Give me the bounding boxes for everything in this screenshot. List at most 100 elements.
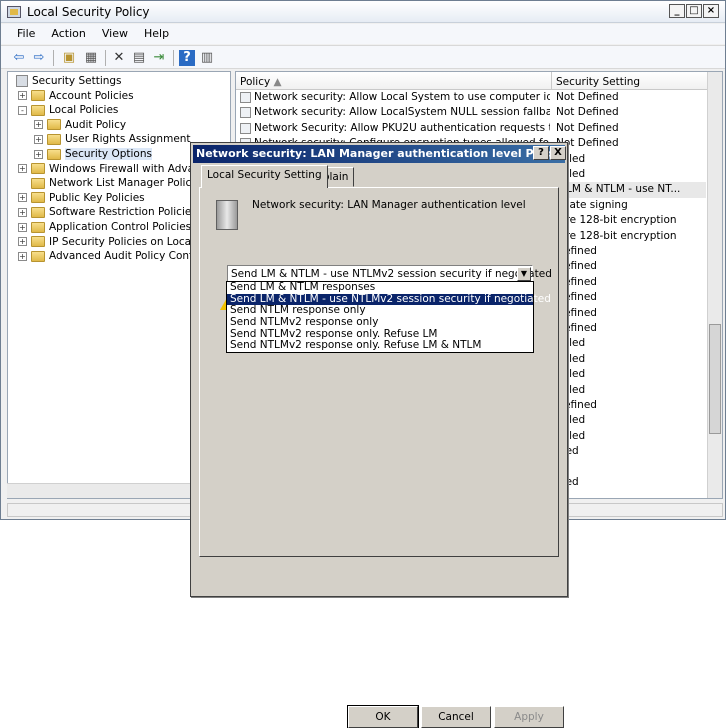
close-button[interactable]: × [703, 4, 719, 18]
folder-icon [47, 148, 61, 160]
tree-item[interactable]: + Account Policies [18, 89, 134, 103]
up-folder-icon[interactable]: ▣ [61, 50, 77, 66]
folder-icon [31, 104, 45, 116]
dialog-close-button[interactable]: X [550, 146, 566, 160]
expand-icon[interactable]: + [34, 120, 43, 130]
policy-setting: Not Defined [556, 91, 619, 103]
tree-item-label: Account Policies [49, 89, 134, 102]
policy-setting: bled [556, 445, 706, 457]
expand-icon[interactable]: + [34, 149, 43, 159]
folder-icon [31, 192, 45, 204]
dropdown-option[interactable]: Send LM & NTLM responses [227, 281, 533, 294]
dropdown-option[interactable]: Send NTLMv2 response only [227, 316, 533, 329]
policy-setting: uire 128-bit encryption [556, 214, 677, 227]
tree-item[interactable]: + Security Options [34, 147, 152, 161]
tree-item[interactable]: + User Rights Assignment [34, 132, 191, 146]
policy-setting: abled [556, 168, 586, 180]
column-header-setting[interactable]: Security Setting [552, 72, 708, 90]
policy-label: Network security: LAN Manager authentica… [252, 199, 526, 211]
tree-item[interactable]: + Public Key Policies [18, 191, 145, 205]
expand-icon[interactable]: + [18, 222, 27, 232]
scroll-thumb[interactable] [709, 324, 721, 434]
app-icon [7, 6, 21, 18]
apply-button[interactable]: Apply [494, 706, 564, 728]
show-tree-icon[interactable]: ▦ [83, 50, 99, 66]
tree-item[interactable]: + Application Control Policies [18, 220, 191, 234]
tab-local-security-setting[interactable]: Local Security Setting [201, 165, 328, 188]
menu-help[interactable]: Help [136, 24, 177, 44]
tree-item[interactable]: + Software Restriction Policies [18, 205, 197, 219]
export-list-icon[interactable]: ⇥ [151, 50, 167, 66]
policy-setting: Defined [556, 399, 597, 411]
expand-icon[interactable]: + [18, 91, 27, 101]
tree-item[interactable]: Security Settings [16, 74, 122, 88]
expand-icon[interactable]: + [18, 164, 27, 174]
back-icon[interactable]: ⇦ [11, 50, 27, 66]
expand-icon[interactable]: + [18, 237, 27, 247]
list-vertical-scrollbar[interactable] [707, 72, 722, 498]
tree-item[interactable]: + Audit Policy [34, 118, 126, 132]
policy-setting: abled [556, 368, 586, 381]
help-icon[interactable]: ? [179, 50, 195, 66]
expand-icon[interactable]: + [18, 207, 27, 217]
menu-view[interactable]: View [94, 24, 136, 44]
window-title: Local Security Policy [27, 5, 150, 19]
dialog-title[interactable]: Network security: LAN Manager authentica… [193, 145, 565, 163]
expand-icon[interactable]: + [18, 251, 27, 261]
policy-setting: Defined [556, 322, 597, 334]
policy-setting: abled [556, 383, 586, 396]
column-header-policy[interactable]: Policy ▲ [236, 72, 552, 90]
policy-name: Network Security: Allow PKU2U authentica… [254, 121, 550, 134]
chevron-down-icon[interactable]: ▼ [517, 267, 531, 281]
policy-setting: Defined [556, 275, 597, 288]
toolbar: ⇦ ⇨ ▣ ▦ ✕ ▤ ⇥ ? ▥ [1, 45, 725, 69]
policy-setting: Not Defined [556, 137, 619, 150]
policy-setting: abled [556, 414, 586, 427]
folder-icon [47, 119, 61, 131]
maximize-button[interactable]: □ [686, 4, 702, 18]
dropdown-option[interactable]: Send NTLMv2 response only. Refuse LM & N… [227, 340, 533, 352]
policy-setting: Defined [556, 306, 597, 319]
policy-setting: Not Defined [556, 121, 619, 134]
tree-item[interactable]: Network List Manager Policies [18, 176, 206, 190]
tree-item-label: Local Policies [49, 104, 119, 117]
policy-setting: otiate signing [556, 198, 628, 211]
folder-icon [31, 206, 45, 218]
expand-icon[interactable]: + [18, 193, 27, 203]
folder-icon [31, 90, 45, 102]
properties-dialog: Network security: LAN Manager authentica… [190, 142, 568, 728]
policy-icon [240, 122, 251, 134]
auth-level-dropdown-list: Send LM & NTLM responses Send LM & NTLM -… [226, 281, 551, 353]
policy-row[interactable]: Network security: Allow LocalSystem NULL… [236, 105, 706, 120]
properties-icon[interactable]: ▤ [131, 50, 147, 66]
dialog-title-text: Network security: LAN Manager authentica… [196, 147, 565, 160]
policy-setting: Defined [556, 291, 597, 304]
ok-button[interactable]: OK [347, 705, 419, 728]
dialog-help-button[interactable]: ? [533, 146, 549, 160]
collapse-icon[interactable]: - [18, 105, 27, 115]
policy-setting: Defined [556, 245, 597, 257]
policy-name: Network security: Allow Local System to … [254, 91, 550, 103]
security-settings-icon [16, 75, 28, 87]
minimize-button[interactable]: _ [669, 4, 685, 18]
policy-setting: bled [556, 476, 706, 488]
menu-file[interactable]: File [9, 24, 43, 44]
policy-row[interactable]: Network security: Allow Local System to … [236, 90, 706, 105]
delete-icon[interactable]: ✕ [111, 50, 127, 66]
policy-row[interactable]: Network Security: Allow PKU2U authentica… [236, 121, 706, 136]
toolbar-separator [173, 50, 174, 66]
tree-item-label: Software Restriction Policies [49, 206, 197, 219]
folder-icon [31, 177, 45, 189]
cancel-button[interactable]: Cancel [421, 706, 491, 728]
console-view-icon[interactable]: ▥ [199, 50, 215, 66]
folder-icon [31, 250, 45, 262]
tree-item[interactable]: - Local Policies [18, 103, 118, 117]
title-bar[interactable]: Local Security Policy _ □ × [1, 1, 725, 23]
toolbar-separator [105, 50, 106, 66]
folder-icon [47, 133, 61, 145]
expand-icon[interactable]: + [34, 134, 43, 144]
forward-icon[interactable]: ⇨ [31, 50, 47, 66]
menu-action[interactable]: Action [43, 24, 93, 44]
policy-setting: abled [556, 352, 586, 365]
tree-item-label: Security Options [65, 148, 152, 160]
